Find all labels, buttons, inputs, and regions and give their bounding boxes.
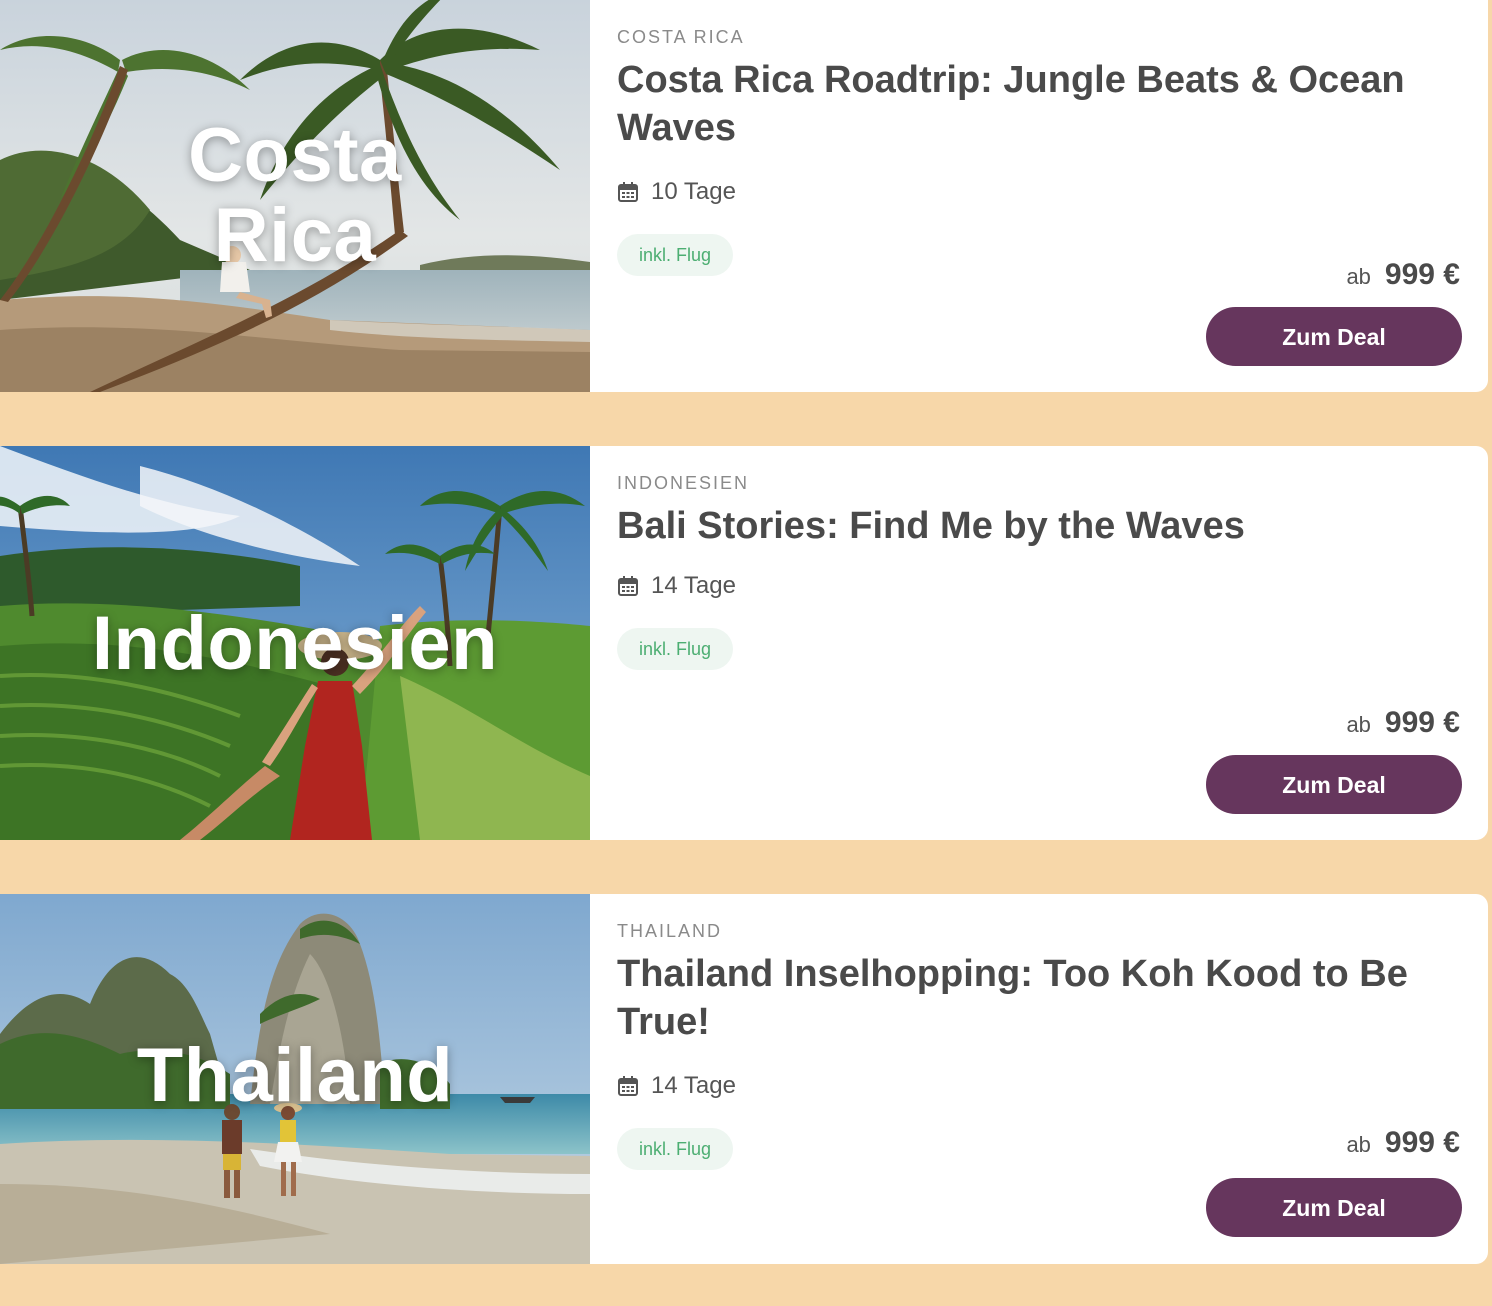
destination-image[interactable]: Costa Rica: [0, 0, 590, 392]
price-amount: 999 €: [1384, 1126, 1460, 1159]
offer-details: THAILAND Thailand Inselhopping: Too Koh …: [590, 894, 1488, 1264]
destination-image[interactable]: Indonesien: [0, 446, 590, 840]
offer-duration: 14 Tage: [617, 570, 1462, 602]
offer-price: ab 999 €: [1346, 258, 1460, 292]
offer-details: COSTA RICA Costa Rica Roadtrip: Jungle B…: [590, 0, 1488, 392]
price-prefix: ab: [1346, 1132, 1371, 1157]
destination-image-label: Thailand: [136, 1033, 454, 1118]
flight-included-badge: inkl. Flug: [617, 234, 734, 276]
offer-card[interactable]: Thailand THAILAND Thailand Inselhopping:…: [0, 894, 1488, 1264]
offer-price: ab 999 €: [1346, 1126, 1460, 1160]
destination-image-label: Indonesien: [91, 601, 499, 686]
price-amount: 999 €: [1384, 258, 1460, 291]
duration-text: 14 Tage: [651, 1072, 736, 1099]
calendar-icon: [617, 181, 639, 203]
offer-title[interactable]: Costa Rica Roadtrip: Jungle Beats & Ocea…: [617, 56, 1417, 152]
offer-title[interactable]: Thailand Inselhopping: Too Koh Kood to B…: [617, 950, 1417, 1046]
destination-image-label: Costa Rica: [188, 113, 402, 278]
duration-text: 14 Tage: [651, 572, 736, 599]
price-prefix: ab: [1346, 712, 1371, 737]
offer-title[interactable]: Bali Stories: Find Me by the Waves: [617, 502, 1417, 550]
flight-included-badge: inkl. Flug: [617, 1128, 734, 1170]
flight-included-badge: inkl. Flug: [617, 628, 734, 670]
offer-card[interactable]: Indonesien INDONESIEN Bali Stories: Find…: [0, 446, 1488, 840]
duration-text: 10 Tage: [651, 178, 736, 205]
price-amount: 999 €: [1384, 706, 1460, 739]
offer-details: INDONESIEN Bali Stories: Find Me by the …: [590, 446, 1488, 840]
price-prefix: ab: [1346, 264, 1371, 289]
offer-duration: 10 Tage: [617, 176, 1462, 208]
deal-button[interactable]: Zum Deal: [1206, 1178, 1462, 1237]
offer-card[interactable]: Costa Rica COSTA RICA Costa Rica Roadtri…: [0, 0, 1488, 392]
destination-image[interactable]: Thailand: [0, 894, 590, 1264]
offer-country: INDONESIEN: [617, 473, 750, 493]
offer-price: ab 999 €: [1346, 706, 1460, 740]
deal-button[interactable]: Zum Deal: [1206, 307, 1462, 366]
offer-country: THAILAND: [617, 921, 723, 941]
calendar-icon: [617, 575, 639, 597]
offer-duration: 14 Tage: [617, 1070, 1462, 1102]
calendar-icon: [617, 1075, 639, 1097]
deal-button[interactable]: Zum Deal: [1206, 755, 1462, 814]
offer-country: COSTA RICA: [617, 27, 745, 47]
